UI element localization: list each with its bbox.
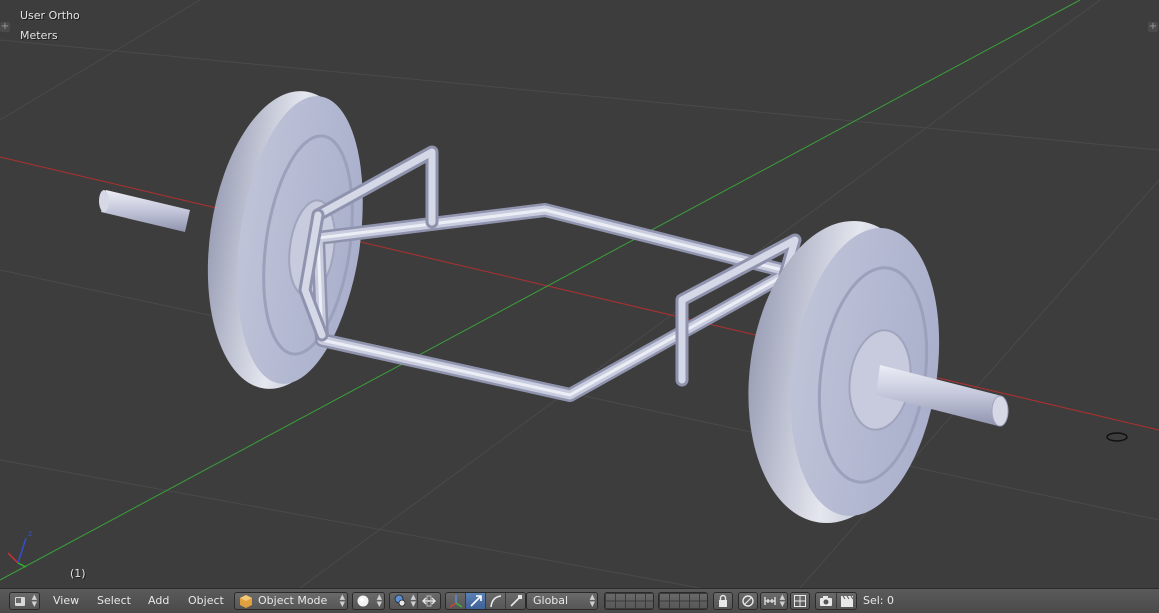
mode-label: Object Mode [258,594,328,607]
scale-manipulator-button[interactable] [506,593,525,609]
rotate-manipulator-button[interactable] [486,593,506,609]
scale-icon [510,595,522,607]
3d-view-header: ▲ ▼ View Select Add Object Object Mode ▲ ▼… [0,588,1159,613]
layer-grid-icon [605,593,653,609]
viewport-shading-button[interactable]: ▲ ▼ [352,592,385,610]
menu-add[interactable]: Add [148,592,169,610]
pivot-icon [394,594,406,607]
frame-label: (1) [70,567,86,580]
3d-viewport[interactable]: z User Ortho Meters (1) + + [0,0,1159,588]
pivot-align-button[interactable] [418,593,440,609]
view-name-label: User Ortho [20,9,80,22]
manipulator-icon [449,595,463,608]
transform-orientation-selector[interactable]: Global ▲ ▼ [526,592,598,610]
snap-target-button[interactable] [790,592,810,610]
3d-view-icon [15,597,25,606]
proportional-edit-icon [742,595,754,607]
manipulator-toggle[interactable] [446,593,466,609]
clapperboard-icon [841,595,854,607]
lock-icon [719,594,727,607]
snap-element-selector[interactable]: ▲ ▼ [760,592,788,610]
editor-type-button[interactable]: ▲ ▼ [9,592,40,610]
layers-group-2[interactable] [658,592,708,610]
units-label: Meters [20,29,58,42]
align-icon [422,595,436,607]
svg-text:z: z [28,529,32,538]
render-still-button[interactable] [816,593,837,609]
translate-arrow-icon [470,595,482,607]
manipulator-group [445,592,526,610]
pivot-group: ▲ ▼ [389,592,441,610]
menu-object[interactable]: Object [188,592,224,610]
split-handle-top-left[interactable]: + [0,22,10,32]
axis-gizmo: z [7,529,32,568]
orientation-label: Global [533,594,569,607]
sphere-icon [357,595,369,607]
snap-increment-icon [764,597,776,605]
split-handle-top-right[interactable]: + [1148,22,1158,32]
proportional-edit-button[interactable] [738,592,758,610]
menu-view[interactable]: View [53,592,79,610]
render-group [815,592,857,610]
lock-layers-button[interactable] [713,592,733,610]
scene-canvas[interactable]: z [0,0,1159,588]
cube-icon [240,595,252,608]
hex-bar-frame [298,145,802,402]
layers-group-1[interactable] [604,592,654,610]
snap-target-icon [794,595,806,607]
menu-select[interactable]: Select [97,592,131,610]
camera-icon [820,596,832,606]
mode-selector[interactable]: Object Mode ▲ ▼ [234,592,348,610]
translate-manipulator-button[interactable] [466,593,486,609]
3d-cursor[interactable] [1106,432,1128,442]
layer-grid-icon [659,593,707,609]
selection-count: Sel: 0 [863,594,895,607]
render-animation-button[interactable] [837,593,856,609]
left-sleeve [99,190,190,232]
pivot-point-button[interactable]: ▲ ▼ [390,593,418,609]
rotate-arc-icon [490,595,502,608]
